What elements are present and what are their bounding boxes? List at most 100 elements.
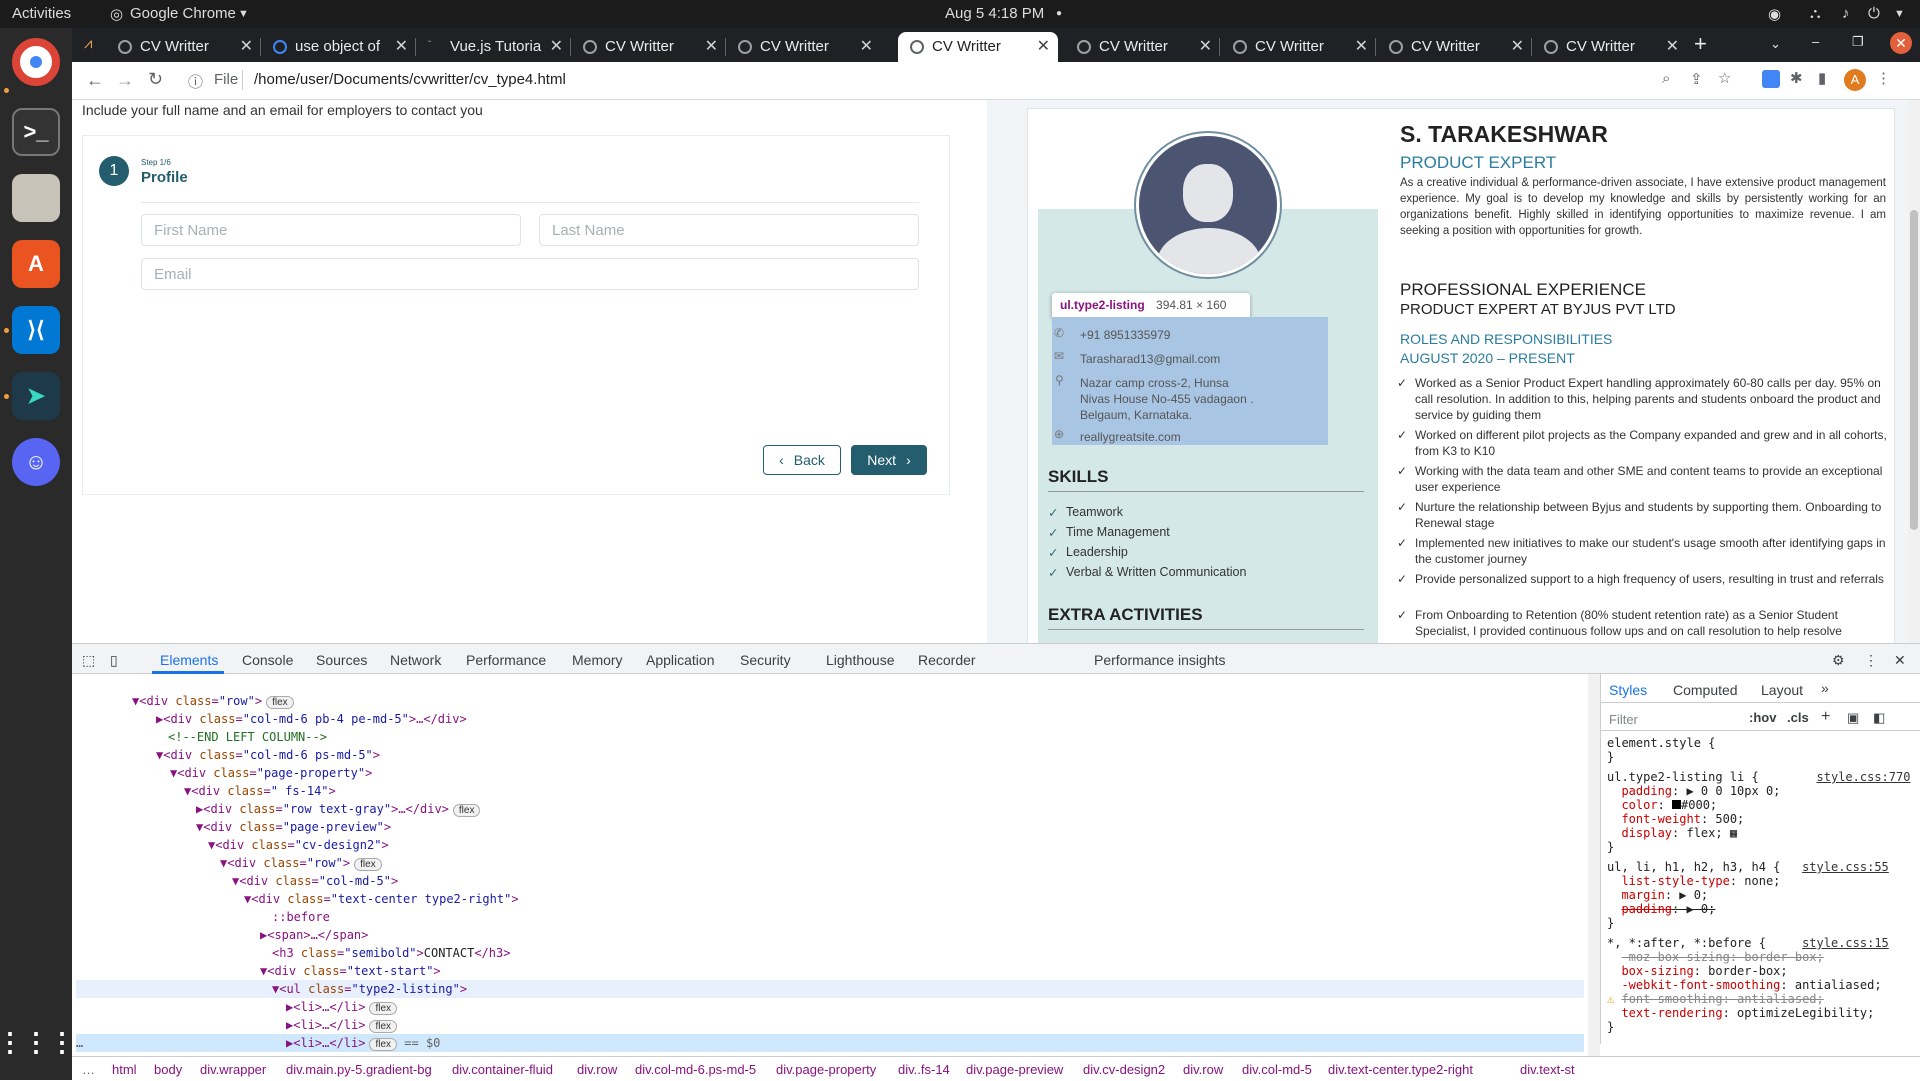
close-icon[interactable]: ✕ bbox=[1199, 36, 1212, 56]
close-icon[interactable]: ✕ bbox=[1894, 652, 1906, 669]
breadcrumb-item[interactable]: div.col-md-6.ps-md-5 bbox=[635, 1062, 756, 1077]
settings-gear-icon[interactable]: ⚙ bbox=[1832, 652, 1845, 669]
tab[interactable]: CV Writter ✕ bbox=[1221, 32, 1376, 62]
email-field[interactable]: Email bbox=[141, 258, 919, 290]
tab[interactable]: CV Writter ✕ bbox=[106, 32, 261, 62]
side-panel-icon[interactable]: ▮ bbox=[1818, 69, 1826, 87]
tab-performance-insights[interactable]: Performance insights bbox=[1094, 652, 1226, 668]
scrollbar-thumb[interactable] bbox=[1910, 210, 1918, 530]
close-icon[interactable]: ✕ bbox=[1355, 36, 1368, 56]
tab-security[interactable]: Security bbox=[740, 652, 791, 668]
tab-search-icon[interactable]: ⌄ bbox=[1770, 36, 1781, 52]
zoom-icon[interactable]: ⌕ bbox=[1662, 70, 1670, 87]
vscode-icon[interactable]: ⟩⟨ bbox=[12, 306, 60, 354]
breadcrumb-overflow[interactable]: … bbox=[82, 1062, 95, 1077]
tab[interactable]: use object of ✕ bbox=[261, 32, 416, 62]
tab[interactable]: CV Writter ✕ bbox=[726, 32, 881, 62]
share-icon[interactable]: ⇪ bbox=[1690, 70, 1703, 88]
breadcrumb-item[interactable]: div..fs-14 bbox=[898, 1062, 950, 1077]
inspect-element-icon[interactable]: ⬚ bbox=[82, 652, 95, 669]
device-toolbar-icon[interactable]: ▯ bbox=[110, 652, 118, 669]
url-field[interactable]: /home/user/Documents/cvwritter/cv_type4.… bbox=[254, 71, 566, 88]
tab[interactable]: CV Writter ✕ bbox=[1065, 32, 1220, 62]
tab-sources[interactable]: Sources bbox=[316, 652, 367, 668]
tab-computed[interactable]: Computed bbox=[1673, 682, 1738, 698]
power-icon[interactable]: ⏻ bbox=[1868, 5, 1880, 22]
class-toggle[interactable]: .cls bbox=[1787, 710, 1809, 725]
tab-console[interactable]: Console bbox=[242, 652, 293, 668]
software-center-icon[interactable]: A bbox=[12, 240, 60, 288]
app-menu[interactable]: Google Chrome bbox=[130, 5, 236, 22]
back-button[interactable]: ‹ Back bbox=[763, 445, 841, 475]
terminal-icon[interactable]: >_ bbox=[12, 108, 60, 156]
close-icon[interactable]: ✕ bbox=[395, 36, 408, 56]
bookmark-star-icon[interactable]: ☆ bbox=[1718, 69, 1731, 87]
breadcrumb-item[interactable]: div.text-center.type2-right bbox=[1328, 1062, 1473, 1077]
volume-icon[interactable]: ♪ bbox=[1842, 5, 1850, 22]
breadcrumb-item[interactable]: div.cv-design2 bbox=[1083, 1062, 1165, 1077]
gitlab-pinned-tab-icon[interactable]: ⩘ bbox=[84, 35, 92, 52]
styles-filter-input[interactable]: Filter bbox=[1609, 712, 1638, 727]
tab-memory[interactable]: Memory bbox=[572, 652, 623, 668]
info-icon[interactable]: ⓘ bbox=[188, 71, 203, 92]
minimize-button[interactable]: – bbox=[1812, 34, 1819, 49]
close-icon[interactable]: ✕ bbox=[1666, 36, 1679, 56]
toggle-sidebar-icon[interactable]: ◧ bbox=[1873, 710, 1885, 726]
close-icon[interactable]: ✕ bbox=[1511, 36, 1524, 56]
new-tab-button[interactable]: + bbox=[1694, 31, 1707, 57]
close-window-button[interactable]: ✕ bbox=[1890, 32, 1912, 54]
page-scrollbar[interactable] bbox=[1908, 100, 1920, 643]
breadcrumb-item[interactable]: div.wrapper bbox=[200, 1062, 266, 1077]
tab[interactable]: CV Writter ✕ bbox=[571, 32, 726, 62]
forward-arrow-icon[interactable]: → bbox=[116, 70, 134, 91]
breadcrumb-item[interactable]: div.row bbox=[577, 1062, 617, 1077]
breadcrumb-item[interactable]: body bbox=[154, 1062, 182, 1077]
close-icon[interactable]: ✕ bbox=[860, 36, 873, 56]
tab[interactable]: CV Writter ✕ bbox=[1532, 32, 1687, 62]
activities-button[interactable]: Activities bbox=[12, 5, 71, 22]
discord-tray-icon[interactable]: ◉ bbox=[1768, 5, 1781, 23]
breadcrumb-item[interactable]: div.row bbox=[1183, 1062, 1223, 1077]
breadcrumb-item[interactable]: div.container-fluid bbox=[452, 1062, 553, 1077]
tab-styles[interactable]: Styles bbox=[1609, 682, 1647, 698]
network-icon[interactable]: ⛬ bbox=[1810, 5, 1821, 22]
kebab-menu-icon[interactable]: ⋮ bbox=[1876, 69, 1891, 87]
scheme-label[interactable]: File bbox=[214, 71, 238, 88]
close-icon[interactable]: ✕ bbox=[550, 36, 563, 56]
tab-network[interactable]: Network bbox=[390, 652, 441, 668]
tab-layout[interactable]: Layout bbox=[1761, 682, 1803, 698]
reload-icon[interactable]: ↻ bbox=[148, 69, 163, 90]
files-icon[interactable] bbox=[12, 174, 60, 222]
breadcrumb-item[interactable]: html bbox=[112, 1062, 137, 1077]
profile-avatar[interactable]: A bbox=[1844, 69, 1866, 91]
next-button[interactable]: Next › bbox=[851, 445, 927, 475]
dom-tree[interactable]: ▼<div class="row"> flex ▶<div class="col-… bbox=[72, 674, 1588, 1056]
add-rule-icon[interactable]: + bbox=[1821, 708, 1830, 726]
first-name-input[interactable]: First Name bbox=[141, 214, 521, 246]
last-name-input[interactable]: Last Name bbox=[539, 214, 919, 246]
tab-performance[interactable]: Performance bbox=[466, 652, 546, 668]
kebab-menu-icon[interactable]: ⋮ bbox=[1864, 652, 1878, 669]
hover-state-toggle[interactable]: :hov bbox=[1749, 710, 1776, 725]
discord-icon[interactable]: ☺ bbox=[12, 438, 60, 486]
breadcrumb-item[interactable]: div.text-st bbox=[1520, 1062, 1575, 1077]
tab[interactable]: CV Writter ✕ bbox=[1377, 32, 1532, 62]
more-tabs-icon[interactable]: » bbox=[1821, 680, 1829, 696]
tab-lighthouse[interactable]: Lighthouse bbox=[826, 652, 895, 668]
breadcrumb-item[interactable]: div.col-md-5 bbox=[1242, 1062, 1312, 1077]
apps-grid-icon[interactable]: ⋮⋮⋮ bbox=[0, 1018, 75, 1066]
breadcrumb-item[interactable]: div.page-property bbox=[776, 1062, 876, 1077]
close-icon[interactable]: ✕ bbox=[705, 36, 718, 56]
close-icon[interactable]: ✕ bbox=[240, 36, 253, 56]
tab-application[interactable]: Application bbox=[646, 652, 715, 668]
breadcrumb-item[interactable]: div.main.py-5.gradient-bg bbox=[286, 1062, 432, 1077]
computed-sidebar-icon[interactable]: ▣ bbox=[1847, 710, 1859, 726]
close-icon[interactable]: ✕ bbox=[1037, 36, 1050, 56]
chrome-icon[interactable] bbox=[12, 38, 60, 86]
extensions-icon[interactable]: ✱ bbox=[1790, 69, 1803, 87]
tab-active[interactable]: CV Writter ✕ bbox=[898, 32, 1058, 62]
tab-recorder[interactable]: Recorder bbox=[918, 652, 976, 668]
tab-elements[interactable]: Elements bbox=[160, 652, 218, 668]
back-arrow-icon[interactable]: ← bbox=[86, 70, 104, 91]
postman-icon[interactable]: ➤ bbox=[12, 372, 60, 420]
